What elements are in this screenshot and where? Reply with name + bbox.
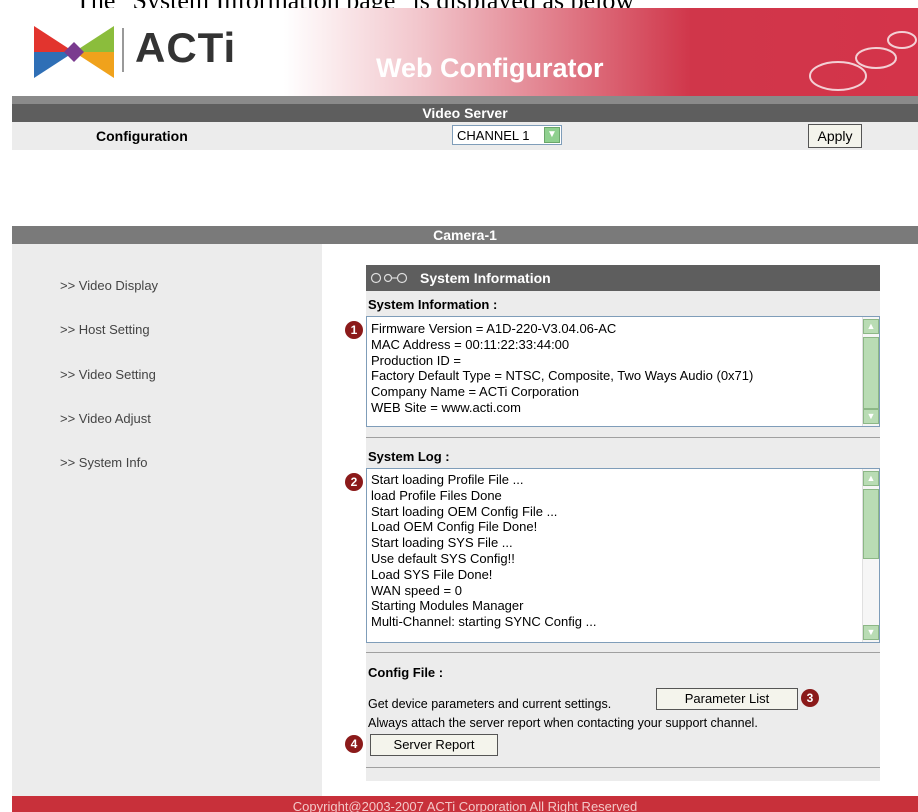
scroll-thumb[interactable] [863, 337, 879, 409]
rings-icon [370, 272, 408, 284]
system-log-line: Load OEM Config File Done! [371, 519, 538, 535]
marker-badge-2: 2 [345, 473, 363, 491]
system-info-line: MAC Address = 00:11:22:33:44:00 [371, 336, 570, 352]
system-log-line: Use default SYS Config!! [371, 550, 515, 566]
scroll-thumb[interactable] [863, 489, 879, 559]
acti-logo-icon [34, 26, 114, 78]
system-info-textarea[interactable]: Firmware Version = A1D-220-V3.04.06-AC M… [366, 316, 880, 427]
sidebar-item-video-display[interactable]: >> Video Display [60, 278, 158, 293]
system-log-line: load Profile Files Done [371, 487, 502, 503]
header-bottom-bar [12, 96, 918, 104]
scroll-up-icon[interactable]: ▲ [863, 471, 879, 486]
sidebar-item-video-adjust[interactable]: >> Video Adjust [60, 411, 151, 426]
sidebar-item-video-setting[interactable]: >> Video Setting [60, 367, 156, 382]
apply-button[interactable]: Apply [808, 124, 862, 148]
system-info-line: Factory Default Type = NTSC, Composite, … [371, 368, 754, 384]
marker-badge-3: 3 [801, 689, 819, 707]
chevron-down-icon[interactable]: ▼ [544, 127, 560, 143]
system-log-line: WAN speed = 0 [371, 582, 462, 598]
section-body: System Information : Firmware Version = … [366, 291, 880, 781]
system-log-line: Start loading SYS File ... [371, 535, 513, 551]
config-file-desc2: Always attach the server report when con… [368, 716, 758, 730]
marker-badge-1: 1 [345, 321, 363, 339]
channel-select[interactable]: CHANNEL 1 ▼ [452, 125, 562, 145]
logo-divider [122, 28, 124, 72]
sidebar-item-host-setting[interactable]: >> Host Setting [60, 322, 150, 337]
system-info-title: System Information : [368, 297, 498, 312]
section-divider [366, 767, 880, 768]
server-report-button[interactable]: Server Report [370, 734, 498, 756]
app-title: Web Configurator [376, 53, 604, 83]
system-info-line: Company Name = ACTi Corporation [371, 384, 579, 400]
sidebar-item-system-info[interactable]: >> System Info [60, 455, 147, 470]
sidebar: >> Video Display >> Host Setting >> Vide… [12, 244, 322, 796]
system-log-line: Starting Modules Manager [371, 598, 524, 614]
system-info-line: WEB Site = www.acti.com [371, 399, 521, 415]
system-info-scrollbar[interactable]: ▲ ▼ [862, 317, 879, 426]
footer-copyright: Copyright@2003-2007 ACTi Corporation All… [12, 796, 918, 812]
camera-bar: Camera-1 [12, 226, 918, 244]
system-log-line: Multi-Channel: starting SYNC Config ... [371, 614, 597, 630]
section-divider [366, 437, 880, 438]
system-log-line: Start loading OEM Config File ... [371, 503, 558, 519]
marker-badge-4: 4 [345, 735, 363, 753]
system-log-title: System Log : [368, 449, 450, 464]
config-file-title: Config File : [368, 665, 444, 680]
decorative-rings-icon [809, 31, 917, 91]
scroll-down-icon[interactable]: ▼ [863, 625, 879, 640]
section-header: System Information [366, 265, 880, 291]
system-info-line: Firmware Version = A1D-220-V3.04.06-AC [371, 321, 617, 336]
config-file-desc1: Get device parameters and current settin… [368, 697, 612, 711]
video-server-bar: Video Server [12, 104, 918, 122]
system-log-textarea[interactable]: Start loading Profile File ... load Prof… [366, 468, 880, 643]
parameter-list-button[interactable]: Parameter List [656, 688, 798, 710]
scroll-down-icon[interactable]: ▼ [863, 409, 879, 424]
system-info-line: Production ID = [371, 352, 461, 368]
section-header-title: System Information [420, 270, 551, 286]
scroll-up-icon[interactable]: ▲ [863, 319, 879, 334]
logo-text: ACTi [135, 24, 237, 71]
system-log-line: Load SYS File Done! [371, 566, 493, 582]
system-log-scrollbar[interactable]: ▲ ▼ [862, 469, 879, 642]
channel-select-value: CHANNEL 1 [457, 128, 530, 143]
section-divider [366, 652, 880, 653]
system-log-line: Start loading Profile File ... [371, 472, 524, 487]
configuration-label: Configuration [96, 128, 188, 144]
